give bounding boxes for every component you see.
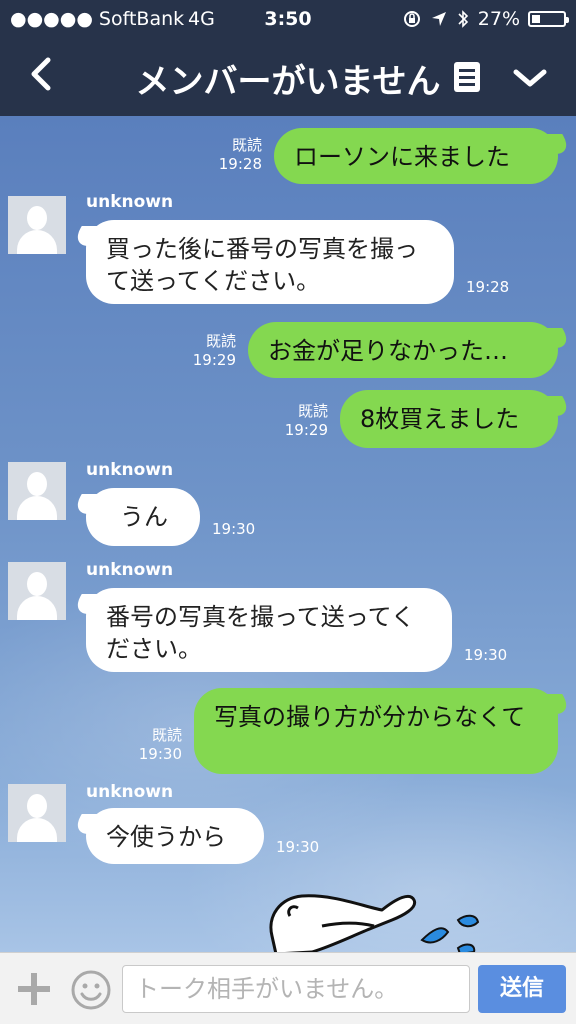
message-time: 19:30	[276, 838, 320, 856]
bluetooth-icon	[458, 10, 468, 28]
sender-name: unknown	[86, 560, 174, 580]
message-time: 19:30	[138, 745, 182, 763]
chevron-down-icon[interactable]	[512, 64, 548, 92]
sender-name: unknown	[86, 782, 174, 802]
message-bubble-outgoing[interactable]: 写真の撮り方が分からなくて	[194, 688, 558, 774]
header: ●●●●● SoftBank 4G 3:50 27% メンバーがいません	[0, 0, 576, 116]
status-right: 27%	[402, 8, 569, 30]
read-receipt: 既読	[231, 136, 262, 154]
message-meta: 既読 19:29	[274, 402, 328, 440]
message-bubble-outgoing[interactable]: お金が足りなかった…	[248, 322, 558, 378]
message-time: 19:28	[218, 155, 262, 173]
emoji-icon[interactable]	[70, 969, 112, 1011]
message-meta: 既読 19:29	[182, 332, 236, 370]
navbar: メンバーがいません	[0, 40, 576, 116]
rotation-lock-icon	[403, 11, 420, 27]
message-text: ローソンに来ました	[294, 143, 510, 171]
input-bar: トーク相手がいません。 送信	[0, 952, 576, 1024]
battery-percent: 27%	[477, 8, 520, 30]
send-button[interactable]: 送信	[478, 965, 566, 1013]
location-icon	[431, 12, 446, 26]
message-input[interactable]: トーク相手がいません。	[122, 965, 470, 1013]
avatar[interactable]	[8, 562, 66, 620]
plus-icon[interactable]	[16, 971, 52, 1007]
message-text: 番号の写真を撮って送ってください。	[106, 603, 415, 663]
battery-icon	[528, 11, 569, 27]
avatar[interactable]	[8, 196, 66, 254]
message-bubble-incoming[interactable]: うん	[86, 488, 200, 546]
message-text: 写真の撮り方が分からなくて	[214, 703, 526, 731]
message-bubble-outgoing[interactable]: 8枚買えました	[340, 390, 558, 448]
sticker-image[interactable]	[262, 876, 502, 952]
status-bar: ●●●●● SoftBank 4G 3:50 27%	[0, 0, 576, 38]
message-text: 今使うから	[106, 823, 226, 851]
message-bubble-incoming[interactable]: 今使うから	[86, 808, 264, 864]
sender-name: unknown	[86, 460, 174, 480]
message-meta: 既読 19:28	[210, 136, 262, 174]
message-bubble-outgoing[interactable]: ローソンに来ました	[274, 128, 558, 184]
chat-area[interactable]: 既読 19:28 ローソンに来ました unknown 買った後に番号の写真を撮っ…	[0, 116, 576, 952]
message-meta: 既読 19:30	[128, 726, 182, 764]
read-receipt: 既読	[297, 402, 328, 420]
message-time: 19:30	[212, 520, 256, 538]
message-text: お金が足りなかった…	[268, 337, 508, 365]
message-text: 8枚買えました	[360, 405, 520, 433]
sender-name: unknown	[86, 192, 174, 212]
avatar[interactable]	[8, 462, 66, 520]
message-time: 19:29	[192, 351, 236, 369]
message-bubble-incoming[interactable]: 買った後に番号の写真を撮って送ってください。	[86, 220, 454, 304]
message-text: うん	[120, 503, 168, 531]
message-time: 19:28	[466, 278, 510, 296]
message-bubble-incoming[interactable]: 番号の写真を撮って送ってください。	[86, 588, 452, 672]
message-text: 買った後に番号の写真を撮って送ってください。	[106, 235, 418, 295]
list-icon[interactable]	[452, 60, 482, 94]
page-title: メンバーがいません	[135, 62, 441, 102]
message-time: 19:29	[284, 421, 328, 439]
avatar[interactable]	[8, 784, 66, 842]
read-receipt: 既読	[151, 726, 182, 744]
read-receipt: 既読	[205, 332, 236, 350]
message-input-placeholder: トーク相手がいません。	[135, 975, 399, 1003]
message-time: 19:30	[464, 646, 508, 664]
